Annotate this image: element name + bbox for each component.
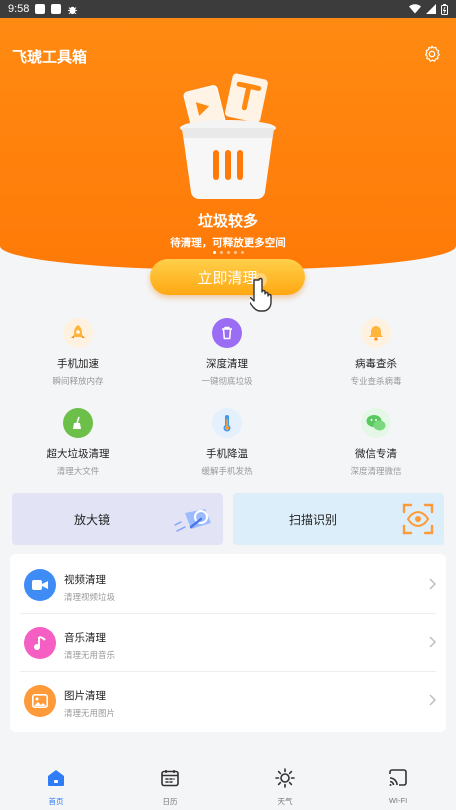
thermometer-icon (212, 408, 242, 438)
image-icon (24, 685, 56, 717)
list-item-desc: 清理无用图片 (64, 708, 116, 718)
bottom-tab-bar: 首页 日历 天气 WI-FI (0, 760, 456, 810)
carousel-dot (226, 251, 230, 254)
sun-icon (275, 768, 295, 788)
magnifier-card[interactable]: 放大镜 (12, 493, 223, 545)
carousel-indicator (0, 251, 456, 254)
feature-phone-cooling[interactable]: 手机降温 缓解手机发热 (162, 408, 292, 477)
tab-weather[interactable]: 天气 (255, 768, 315, 807)
bell-icon (361, 318, 391, 348)
carousel-dot (233, 251, 237, 254)
media-clean-list: 视频清理 清理视频垃圾 音乐清理 清理无用音乐 图片清理 清理无用图片 (10, 554, 446, 732)
clean-status-title: 垃圾较多 (197, 213, 258, 230)
tab-home[interactable]: 首页 (26, 768, 86, 807)
tab-label: WI-FI (388, 796, 408, 805)
feature-name: 超大垃圾清理 (46, 448, 110, 460)
feature-desc: 清理大文件 (56, 466, 100, 476)
tab-wifi[interactable]: WI-FI (368, 768, 428, 805)
bug-icon (68, 6, 78, 14)
list-item-name: 图片清理 (64, 690, 106, 702)
tab-label: 首页 (48, 797, 64, 806)
carousel-dot (219, 251, 223, 254)
list-item-desc: 清理无用音乐 (64, 650, 116, 660)
chevron-right-icon (429, 636, 436, 648)
tab-label: 天气 (277, 797, 293, 806)
wifi-icon (409, 4, 421, 14)
scan-eye-icon (402, 503, 434, 535)
list-item-video-clean[interactable]: 视频清理 清理视频垃圾 (10, 556, 446, 614)
notification-icon (51, 4, 62, 14)
scan-label: 扫描识别 (289, 512, 338, 527)
broom-icon (63, 408, 93, 438)
chevron-right-icon (429, 578, 436, 590)
calendar-icon (161, 770, 179, 787)
music-icon (24, 627, 56, 659)
scan-recognize-card[interactable]: 扫描识别 (233, 493, 444, 545)
video-icon (24, 569, 56, 601)
signal-icon (426, 4, 436, 14)
feature-deep-clean[interactable]: 深度清理 一键彻底垃圾 (162, 318, 292, 387)
clean-status-subtitle: 待清理，可释放更多空间 (170, 237, 286, 249)
cast-icon (389, 769, 407, 786)
trash-icon (212, 318, 242, 348)
feature-desc: 深度清理微信 (350, 466, 402, 476)
trash-illustration-icon (180, 73, 276, 200)
list-item-name: 音乐清理 (64, 632, 106, 644)
rocket-icon (63, 318, 93, 348)
tab-calendar[interactable]: 日历 (140, 768, 200, 807)
list-item-name: 视频清理 (64, 574, 106, 586)
feature-name: 微信专清 (355, 448, 397, 460)
battery-icon (441, 3, 448, 15)
home-icon (48, 770, 64, 786)
tab-label: 日历 (162, 797, 178, 806)
feature-big-file-clean[interactable]: 超大垃圾清理 清理大文件 (13, 408, 143, 477)
magnifier-label: 放大镜 (74, 512, 111, 527)
feature-wechat-clean[interactable]: 微信专清 深度清理微信 (311, 408, 441, 477)
notification-icon (35, 4, 46, 14)
magnifier-icon (174, 509, 211, 532)
list-item-image-clean[interactable]: 图片清理 清理无用图片 (10, 672, 446, 730)
feature-name: 手机加速 (57, 358, 99, 370)
feature-desc: 缓解手机发热 (201, 466, 253, 476)
chevron-right-icon (429, 694, 436, 706)
pointing-hand-icon (250, 273, 272, 312)
hero-header: 飞琥工具箱 垃圾较多 待清理，可释放更多空间 (0, 18, 456, 270)
status-time: 9:58 (8, 3, 30, 15)
feature-phone-boost[interactable]: 手机加速 瞬间释放内存 (13, 318, 143, 387)
feature-desc: 一键彻底垃圾 (201, 376, 253, 386)
feature-desc: 瞬间释放内存 (52, 376, 104, 386)
feature-desc: 专业查杀病毒 (350, 376, 402, 386)
wechat-icon (361, 408, 391, 438)
carousel-dot (240, 251, 244, 254)
feature-name: 深度清理 (206, 358, 248, 370)
list-item-music-clean[interactable]: 音乐清理 清理无用音乐 (10, 614, 446, 672)
feature-name: 病毒查杀 (355, 358, 397, 370)
feature-virus-scan[interactable]: 病毒查杀 专业查杀病毒 (311, 318, 441, 387)
carousel-dot (212, 251, 216, 254)
gear-icon[interactable] (422, 44, 442, 64)
status-bar: 9:58 (0, 0, 456, 18)
list-item-desc: 清理视频垃圾 (64, 592, 116, 602)
feature-name: 手机降温 (206, 448, 248, 460)
app-title: 飞琥工具箱 (12, 49, 88, 66)
